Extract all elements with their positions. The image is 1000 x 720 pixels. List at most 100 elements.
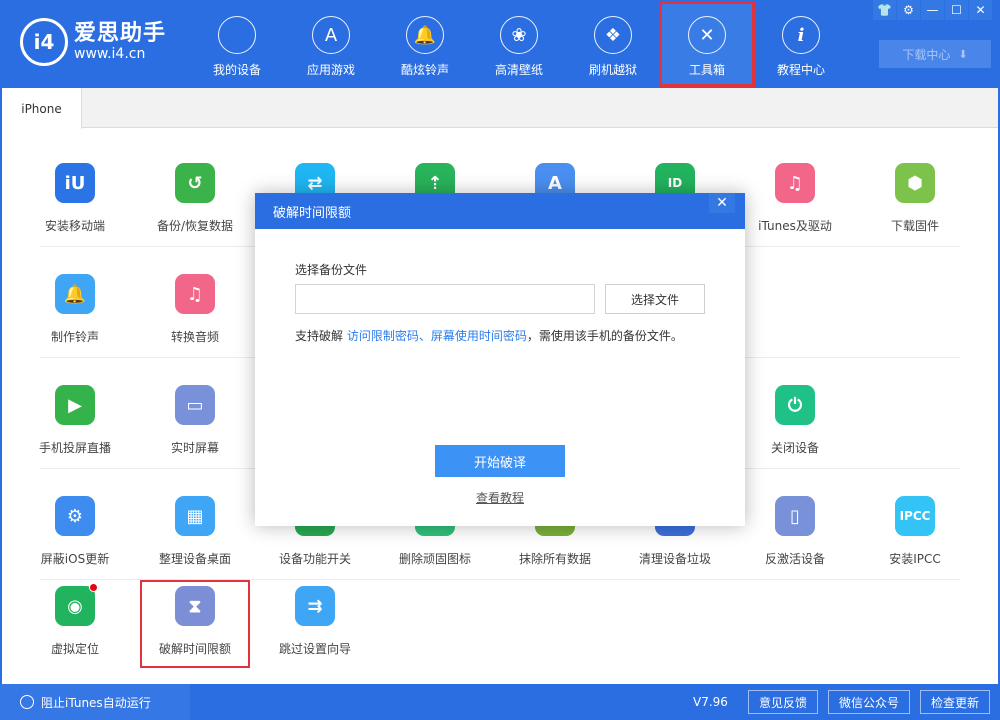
tool-item[interactable]: ⇉ 跳过设置向导 xyxy=(260,580,370,668)
dialog-header: 破解时间限额 ✕ xyxy=(255,193,745,229)
hint-separator: 、 xyxy=(418,329,431,343)
hourglass-icon: ⧗ xyxy=(175,586,215,626)
location-pin-icon: ◉ xyxy=(55,583,98,626)
tool-icon-glyph: ◉ xyxy=(67,595,83,617)
tool-icon-glyph: IPCC xyxy=(899,509,931,523)
flower-icon: ❀ xyxy=(500,16,538,54)
tool-label: 屏蔽iOS更新 xyxy=(40,552,110,566)
feedback-button[interactable]: 意见反馈 xyxy=(747,690,818,714)
tool-label: 下载固件 xyxy=(890,219,939,233)
hint-suffix: ，需使用该手机的备份文件。 xyxy=(526,329,683,343)
tool-item[interactable]: ⬢ 下载固件 xyxy=(860,136,970,246)
backup-file-label: 选择备份文件 xyxy=(295,263,368,277)
notification-dot xyxy=(89,583,98,592)
tool-item[interactable]: 🔔 制作铃声 xyxy=(20,247,130,357)
nav-item-4[interactable]: ❖ 刷机越狱 xyxy=(566,2,660,86)
tool-item[interactable]: ♫ 转换音频 xyxy=(140,247,250,357)
restriction-passcode-link[interactable]: 访问限制密码 xyxy=(347,329,419,343)
start-crack-button[interactable]: 开始破译 xyxy=(435,445,565,477)
tool-label: 实时屏幕 xyxy=(170,441,219,455)
tool-item[interactable]: ▶ 手机投屏直播 xyxy=(20,358,130,468)
app-logo: i4 爱思助手 www.i4.cn xyxy=(20,18,166,66)
crack-time-limit-dialog: 破解时间限额 ✕ 选择备份文件 选择文件 支持破解 访问限制密码、屏幕使用时间密… xyxy=(255,193,745,526)
tool-icon-glyph: ♫ xyxy=(186,283,204,305)
tool-label: 反激活设备 xyxy=(764,552,825,566)
tool-item[interactable]: ▭ 实时屏幕 xyxy=(140,358,250,468)
tool-label: 安装移动端 xyxy=(44,219,105,233)
tool-label: 删除顽固图标 xyxy=(398,552,471,566)
tool-item[interactable]: ⧗ 破解时间限额 xyxy=(140,580,250,668)
tool-label: 备份/恢复数据 xyxy=(156,219,234,233)
deactivate-icon: ▯ xyxy=(775,496,815,536)
tool-icon-glyph: 🔔 xyxy=(63,283,87,305)
nav-label: 酷炫铃声 xyxy=(400,63,449,77)
tool-item[interactable]: iU 安装移动端 xyxy=(20,136,130,246)
app-store-icon: A xyxy=(312,16,350,54)
tool-item[interactable]: IPCC 安装IPCC xyxy=(860,469,970,579)
nav-label: 刷机越狱 xyxy=(588,63,637,77)
backup-file-input[interactable] xyxy=(295,284,595,314)
minimize-icon[interactable]: — xyxy=(921,0,944,20)
tool-icon-glyph: ID xyxy=(667,176,683,190)
download-icon: ⬇ xyxy=(958,47,968,61)
wechat-button[interactable]: 微信公众号 xyxy=(827,690,910,714)
support-hint: 支持破解 访问限制密码、屏幕使用时间密码，需使用该手机的备份文件。 xyxy=(295,327,683,344)
app-title: 爱思助手 xyxy=(74,21,167,46)
screen-time-passcode-link[interactable]: 屏幕使用时间密码 xyxy=(431,329,527,343)
main-nav: 我的设备 A 应用游戏 🔔 酷炫铃声 ❀ 高清壁纸 ❖ 刷机越狱 ✕ 工具箱 i 教程中心 xyxy=(190,0,848,88)
tool-label: 设备功能开关 xyxy=(278,552,351,566)
tool-item[interactable]: ⚙ 屏蔽iOS更新 xyxy=(20,469,130,579)
close-icon[interactable]: ✕ xyxy=(969,0,992,20)
device-tabbar: iPhone xyxy=(2,88,998,129)
itunes-icon: ♫ xyxy=(775,163,815,203)
tool-item[interactable]: ▦ 整理设备桌面 xyxy=(140,469,250,579)
tool-label: iTunes及驱动 xyxy=(758,219,832,233)
tool-icon-glyph: ▭ xyxy=(186,394,204,416)
bell-icon: 🔔 xyxy=(406,16,444,54)
nav-item-3[interactable]: ❀ 高清壁纸 xyxy=(472,2,566,86)
tool-icon-glyph: ⬢ xyxy=(907,172,923,194)
tool-item[interactable]: ♫ iTunes及驱动 xyxy=(740,136,850,246)
tool-label: 清理设备垃圾 xyxy=(638,552,711,566)
skin-icon[interactable]: 👕 xyxy=(873,0,896,20)
tool-item[interactable]: ◉ 虚拟定位 xyxy=(20,580,130,668)
download-center-button[interactable]: 下载中心 ⬇ xyxy=(879,40,991,68)
tool-item[interactable]: ▯ 反激活设备 xyxy=(740,469,850,579)
header: i4 爱思助手 www.i4.cn 我的设备 A 应用游戏 🔔 酷炫铃声 ❀ 高清壁纸 ❖ 刷机… xyxy=(0,0,1000,88)
desktop-grid-icon: ▦ xyxy=(175,496,215,536)
radio-icon[interactable] xyxy=(20,695,34,709)
tool-item[interactable]: ↺ 备份/恢复数据 xyxy=(140,136,250,246)
check-update-button[interactable]: 检查更新 xyxy=(919,690,990,714)
tool-label: 安装IPCC xyxy=(889,552,941,566)
settings-icon[interactable]: ⚙ xyxy=(897,0,920,20)
tool-icon-glyph: ⇡ xyxy=(427,172,443,194)
tool-label: 虚拟定位 xyxy=(50,642,99,656)
block-itunes-toggle[interactable]: 阻止iTunes自动运行 xyxy=(0,684,190,720)
dialog-close-button[interactable]: ✕ xyxy=(709,193,735,213)
tool-label: 抹除所有数据 xyxy=(518,552,591,566)
tool-icon-glyph: ↺ xyxy=(187,172,203,194)
dropbox-icon: ❖ xyxy=(594,16,632,54)
nav-item-6[interactable]: i 教程中心 xyxy=(754,2,848,86)
nav-label: 我的设备 xyxy=(212,63,261,77)
dialog-title: 破解时间限额 xyxy=(273,205,352,221)
tool-label: 转换音频 xyxy=(170,330,219,344)
nav-item-0[interactable]: 我的设备 xyxy=(190,2,284,86)
nav-item-5[interactable]: ✕ 工具箱 xyxy=(659,1,755,87)
window-controls: 👕 ⚙ — ☐ ✕ xyxy=(872,0,992,20)
apple-icon xyxy=(218,16,256,54)
choose-file-button[interactable]: 选择文件 xyxy=(605,284,705,314)
block-update-icon: ⚙ xyxy=(55,496,95,536)
nav-label: 高清壁纸 xyxy=(494,63,543,77)
nav-item-1[interactable]: A 应用游戏 xyxy=(284,2,378,86)
firmware-icon: ⬢ xyxy=(895,163,935,203)
tool-label: 整理设备桌面 xyxy=(158,552,231,566)
nav-label: 应用游戏 xyxy=(306,63,355,77)
tool-item[interactable]: ⏻ 关闭设备 xyxy=(740,358,850,468)
tab-iphone[interactable]: iPhone xyxy=(2,88,82,129)
maximize-icon[interactable]: ☐ xyxy=(945,0,968,20)
nav-item-2[interactable]: 🔔 酷炫铃声 xyxy=(378,2,472,86)
tools-icon: ✕ xyxy=(688,16,726,54)
view-tutorial-link[interactable]: 查看教程 xyxy=(255,489,745,506)
tool-icon-glyph: ⇄ xyxy=(307,172,323,194)
